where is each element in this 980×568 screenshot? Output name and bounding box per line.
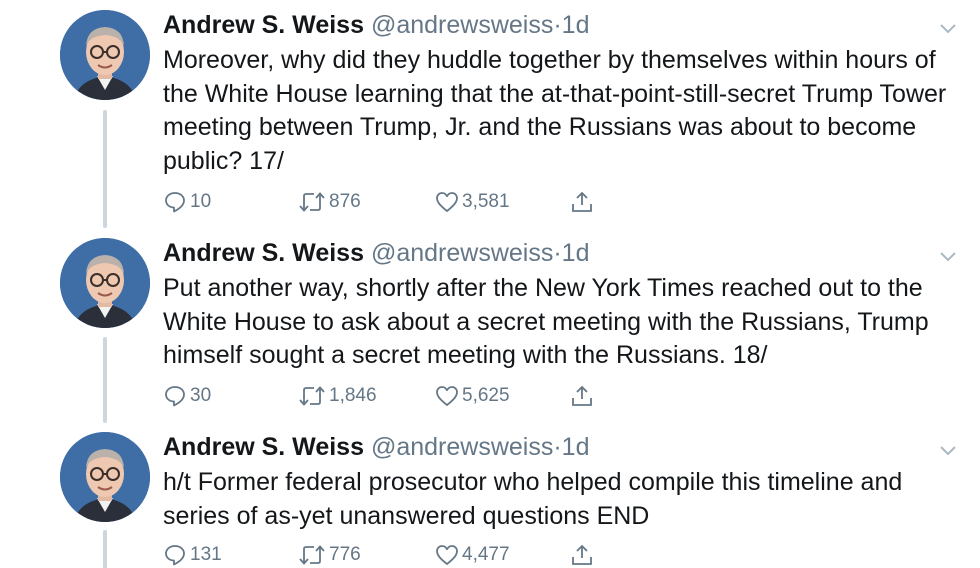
- tweet[interactable]: Andrew S. Weiss @andrewsweiss·1d Moreove…: [0, 10, 980, 220]
- like-button[interactable]: 4,477: [435, 540, 510, 568]
- like-count: 4,477: [462, 544, 510, 565]
- tweet-actions: 10 876 3,581: [163, 187, 603, 217]
- share-button[interactable]: [570, 187, 594, 217]
- heart-icon: [436, 545, 458, 565]
- reply-button[interactable]: 10: [163, 187, 211, 217]
- chevron-down-icon[interactable]: [938, 18, 958, 38]
- retweet-count: 1,846: [329, 385, 377, 406]
- reply-count: 30: [190, 385, 212, 406]
- separator-dot: ·: [553, 433, 562, 461]
- share-icon: [572, 385, 592, 406]
- tweet-text: Moreover, why did they huddle together b…: [163, 46, 947, 175]
- share-button[interactable]: [570, 540, 594, 568]
- like-count: 3,581: [462, 191, 510, 212]
- retweet-icon: [299, 545, 325, 565]
- heart-icon: [436, 386, 458, 406]
- reply-icon: [165, 192, 185, 213]
- avatar[interactable]: [60, 432, 150, 522]
- user-handle[interactable]: @andrewsweiss: [371, 433, 553, 461]
- reply-count: 131: [190, 544, 222, 565]
- timestamp[interactable]: 1d: [562, 11, 590, 39]
- retweet-count: 776: [329, 544, 361, 565]
- like-button[interactable]: 5,625: [435, 381, 510, 411]
- tweet[interactable]: Andrew S. Weiss @andrewsweiss·1d h/t For…: [0, 432, 980, 568]
- tweet-text: Put another way, shortly after the New Y…: [163, 274, 929, 369]
- user-handle[interactable]: @andrewsweiss: [371, 239, 553, 267]
- retweet-icon: [299, 386, 325, 406]
- timestamp[interactable]: 1d: [562, 433, 590, 461]
- chevron-down-icon[interactable]: [938, 246, 958, 266]
- tweet-header: Andrew S. Weiss @andrewsweiss·1d: [163, 10, 589, 40]
- share-button[interactable]: [570, 381, 594, 411]
- separator-dot: ·: [553, 239, 562, 267]
- tweet[interactable]: Andrew S. Weiss @andrewsweiss·1d Put ano…: [0, 238, 980, 418]
- user-handle[interactable]: @andrewsweiss: [371, 11, 553, 39]
- retweet-button[interactable]: 876: [298, 187, 361, 217]
- tweet-thread: Andrew S. Weiss @andrewsweiss·1d Moreove…: [0, 0, 980, 568]
- display-name[interactable]: Andrew S. Weiss: [163, 11, 364, 39]
- like-button[interactable]: 3,581: [435, 187, 510, 217]
- reply-count: 10: [190, 191, 212, 212]
- reply-icon: [165, 545, 185, 566]
- share-icon: [572, 191, 592, 212]
- display-name[interactable]: Andrew S. Weiss: [163, 239, 364, 267]
- like-count: 5,625: [462, 385, 510, 406]
- reply-button[interactable]: 30: [163, 381, 211, 411]
- tweet-text: h/t Former federal prosecutor who helped…: [163, 468, 903, 530]
- display-name[interactable]: Andrew S. Weiss: [163, 433, 364, 461]
- retweet-count: 876: [329, 191, 361, 212]
- reply-icon: [165, 386, 185, 407]
- timestamp[interactable]: 1d: [562, 239, 590, 267]
- retweet-button[interactable]: 1,846: [298, 381, 377, 411]
- chevron-down-icon[interactable]: [938, 440, 958, 460]
- share-icon: [572, 544, 592, 565]
- reply-button[interactable]: 131: [163, 540, 222, 568]
- tweet-actions: 30 1,846 5,625: [163, 381, 603, 411]
- separator-dot: ·: [553, 11, 562, 39]
- avatar[interactable]: [60, 10, 150, 100]
- retweet-button[interactable]: 776: [298, 540, 361, 568]
- tweet-header: Andrew S. Weiss @andrewsweiss·1d: [163, 238, 589, 268]
- avatar[interactable]: [60, 238, 150, 328]
- heart-icon: [436, 192, 458, 212]
- retweet-icon: [299, 192, 325, 212]
- tweet-header: Andrew S. Weiss @andrewsweiss·1d: [163, 432, 589, 462]
- tweet-actions: 131 776 4,477: [163, 540, 603, 568]
